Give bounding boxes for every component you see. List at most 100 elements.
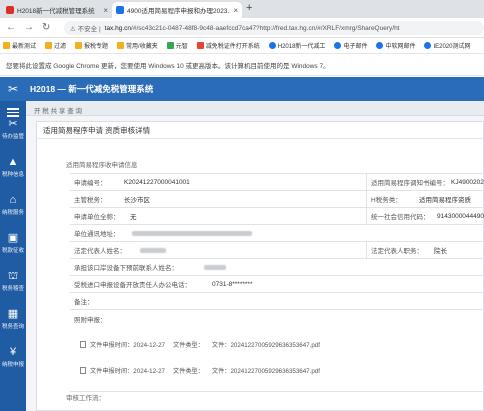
folder-icon: [3, 42, 10, 49]
back-arrow-icon[interactable]: ←: [6, 22, 16, 33]
field-label: 法定代表人职务：: [371, 248, 423, 255]
field-label: 法定代表人姓名：: [74, 248, 126, 255]
attachments-label: 照附申报：: [74, 317, 107, 324]
url-input[interactable]: ⚠ 不安全 | tax.hg.cn /#/sc43c21c-0487-48f8-…: [64, 21, 484, 35]
field-label: 主管税务：: [74, 197, 107, 204]
field-value: 院长: [434, 248, 447, 255]
forward-arrow-icon[interactable]: →: [24, 22, 34, 33]
globe-icon: [334, 42, 342, 49]
close-tab-icon[interactable]: ×: [103, 6, 108, 15]
inbox-icon: ▣: [7, 232, 19, 244]
bookmark-item[interactable]: IE2020测试网: [424, 41, 471, 50]
browser-tab-1[interactable]: H2018新一代减税管理系统 ×: [2, 2, 112, 18]
sidebar: ✂ 待办监管 ▲ 税种信息 ⌂ 纳税服务 ▣ 税款征收 ⛫ 税务稽查 ▦ 税务查…: [0, 101, 26, 411]
menu-toggle-icon[interactable]: [7, 106, 19, 119]
field-label: 受税进口申报设备开放责任人办公电话：: [74, 282, 191, 289]
field-value: 无: [130, 214, 137, 221]
sidebar-item-label: 税务稽查: [1, 286, 24, 292]
yen-icon: ¥: [9, 346, 17, 358]
app-header: ✂ H2018 — 新一代减免税管理系统: [0, 77, 484, 101]
form-row: 主管税务： 长沙市区 H税务类： 适用简易程序资质: [70, 191, 484, 208]
new-tab-button[interactable]: +: [246, 2, 252, 14]
tab-title: 4900适用简易程序申报和办理2023...: [127, 8, 231, 15]
panel-title: 适用简易程序申请 资质审核详情: [37, 122, 483, 139]
tab-favicon-icon: [6, 6, 14, 14]
bookmark-item[interactable]: H2018新一代减工: [268, 41, 325, 50]
bookmark-label: 最新测试: [12, 44, 37, 50]
sidebar-item-4[interactable]: ▣ 税款征收: [0, 232, 26, 254]
bookmark-label: IE2020测试网: [433, 44, 471, 50]
sidebar-item-5[interactable]: ⛫ 税务稽查: [0, 270, 26, 292]
folder-icon: [45, 42, 53, 49]
bookmark-item[interactable]: 电子邮件: [334, 41, 367, 50]
globe-icon: [376, 42, 384, 49]
attachment-item[interactable]: 文件申报时间：2024-12-27 文件类型： 文件：2024122700592…: [80, 366, 320, 375]
update-notice: 您要将此设置成 Google Chrome 更新，您要使用 Windows 10…: [0, 54, 484, 76]
tools-logo-icon: ✂: [7, 82, 19, 96]
form-row: 承担该口岸设备下预前联系人姓名：: [70, 259, 484, 276]
field-value: 长沙市区: [124, 197, 150, 204]
bookmark-item[interactable]: 元智: [166, 41, 188, 50]
breadcrumb[interactable]: 开 税 共 享 查 询: [34, 105, 82, 115]
sidebar-item-7[interactable]: ¥ 纳税申报: [0, 346, 26, 368]
bookmarks-bar: 最新测试 过滤 报税专题 常用/收藏夹 元智 减免税证件打开系统 H2018新一…: [0, 38, 484, 54]
field-value: K20241227000041001: [124, 178, 190, 186]
field-label: 承担该口岸设备下预前联系人姓名：: [74, 265, 178, 272]
address-bar-row: ← → ↻ ⚠ 不安全 | tax.hg.cn /#/sc43c21c-0487…: [0, 18, 484, 38]
grid-icon: ▦: [7, 308, 19, 320]
tab-title: H2018新一代减税管理系统: [17, 8, 95, 15]
form-row: 法定代表人姓名： 法定代表人职务： 院长: [70, 242, 484, 259]
folder-icon: [117, 42, 125, 49]
form-row: 单位通讯地址：: [70, 225, 484, 242]
redacted-value: [198, 259, 238, 275]
field-label: 备注：: [74, 299, 94, 306]
sidebar-item-label: 待办监管: [1, 134, 24, 140]
bookmark-label: 中软网邮件: [385, 44, 416, 50]
bookmark-label: 电子邮件: [343, 44, 368, 50]
form-row: 备注：: [70, 293, 484, 310]
attachment-file-link[interactable]: 文件：20241227005929636353647.pdf: [212, 340, 320, 349]
browser-tab-2[interactable]: 4900适用简易程序申报和办理2023... ×: [112, 2, 242, 18]
user-icon: ▲: [7, 156, 19, 168]
browser-tab-bar: H2018新一代减税管理系统 × 4900适用简易程序申报和办理2023... …: [0, 0, 484, 18]
attachments-row: 照附申报： 文件申报时间：2024-12-27 文件类型： 文件：2024122…: [70, 310, 484, 392]
field-label: 申请编号：: [74, 180, 107, 187]
sidebar-item-6[interactable]: ▦ 税务查询: [0, 308, 26, 330]
bookmark-item[interactable]: 最新测试: [3, 41, 36, 50]
sidebar-item-label: 纳税申报: [1, 362, 24, 368]
folder-icon: [75, 42, 83, 49]
breadcrumb-bar: 开 税 共 享 查 询: [26, 101, 484, 116]
tools-icon: ✂: [8, 118, 18, 130]
redacted-value: [126, 225, 256, 241]
field-value: 0731-8********: [212, 280, 253, 288]
close-tab-icon[interactable]: ×: [233, 6, 238, 15]
sidebar-item-label: 税种信息: [1, 172, 24, 178]
attachment-type: 文件类型：: [172, 342, 204, 349]
sidebar-item-label: 税务查询: [1, 324, 24, 330]
attachment-item[interactable]: 文件申报时间：2024-12-27 文件类型： 文件：2024122700592…: [80, 340, 320, 349]
form-row: 受税进口申报设备开放责任人办公电话： 0731-8********: [70, 276, 484, 293]
bookmark-label: 报税专题: [84, 44, 109, 50]
sidebar-item-label: 纳税服务: [1, 210, 24, 216]
bookmark-item[interactable]: 减免税证件打开系统: [196, 41, 260, 50]
sidebar-item-3[interactable]: ⌂ 纳税服务: [0, 194, 26, 216]
bookmark-item[interactable]: 过滤: [45, 41, 66, 50]
field-value: 适用简易程序资质: [419, 197, 471, 204]
attachment-file-link[interactable]: 文件：20241227005929636353647.pdf: [212, 366, 320, 375]
attachment-time: 文件申报时间：2024-12-27: [90, 368, 165, 375]
reload-icon[interactable]: ↻: [42, 22, 50, 33]
bookmark-item[interactable]: 常用/收藏夹: [117, 41, 158, 50]
detail-form: 申请编号： K20241227000041001 适用简易程序调知书编号： KJ…: [70, 173, 484, 392]
field-value: KJ490020230: [451, 178, 484, 186]
site-icon: [166, 42, 174, 49]
sidebar-item-label: 税款征收: [1, 248, 24, 254]
url-path: /#/sc43c21c-0487-48f8-9c48-aaefccd7ca47?…: [131, 24, 400, 32]
sidebar-item-1[interactable]: ✂ 待办监管: [0, 118, 26, 140]
not-secure-label: 不安全: [77, 26, 98, 33]
sidebar-item-2[interactable]: ▲ 税种信息: [0, 156, 26, 178]
home-icon: ⌂: [9, 194, 17, 206]
not-secure-warning[interactable]: ⚠ 不安全 |: [70, 23, 101, 33]
bookmark-item[interactable]: 中软网邮件: [376, 41, 415, 50]
bookmark-item[interactable]: 报税专题: [75, 41, 108, 50]
bookmark-label: 常用/收藏夹: [126, 44, 158, 50]
